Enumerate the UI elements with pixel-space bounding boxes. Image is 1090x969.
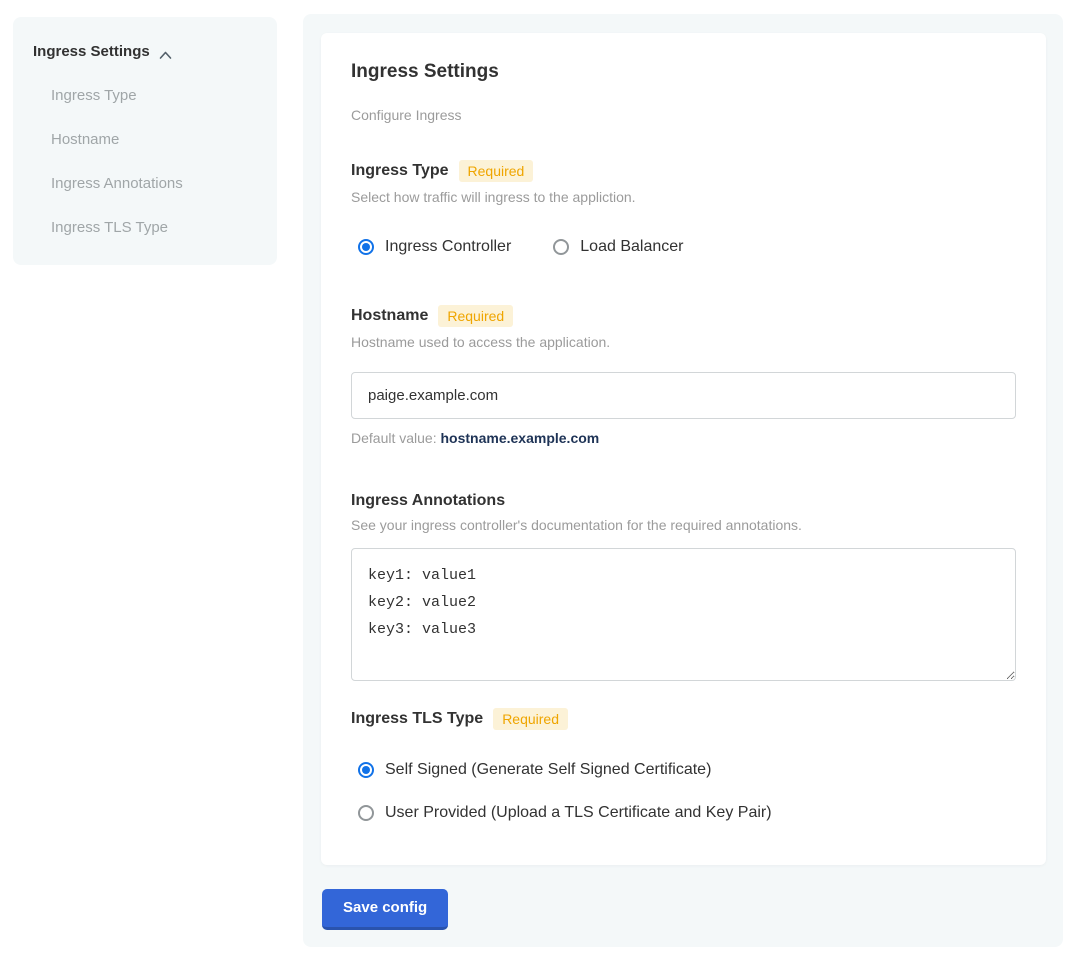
sidebar-item-hostname[interactable]: Hostname bbox=[51, 131, 257, 148]
radio-user-provided-label: User Provided (Upload a TLS Certificate … bbox=[385, 804, 772, 822]
radio-load-balancer-label: Load Balancer bbox=[580, 238, 683, 256]
page-title: Ingress Settings bbox=[351, 61, 1016, 83]
radio-unselected-icon bbox=[553, 239, 569, 255]
chevron-up-icon bbox=[159, 47, 172, 56]
required-badge: Required bbox=[438, 305, 513, 327]
radio-unselected-icon bbox=[358, 805, 374, 821]
sidebar-group-header[interactable]: Ingress Settings bbox=[33, 43, 257, 60]
sidebar-item-ingress-type[interactable]: Ingress Type bbox=[51, 87, 257, 104]
radio-ingress-controller[interactable]: Ingress Controller bbox=[358, 238, 511, 256]
default-value-text: hostname.example.com bbox=[441, 430, 600, 446]
hostname-input[interactable] bbox=[351, 372, 1016, 419]
ingress-type-label: Ingress Type bbox=[351, 162, 449, 180]
field-group-ingress-type: Ingress Type Required Select how traffic… bbox=[351, 160, 1016, 256]
ingress-annotations-textarea[interactable]: key1: value1 key2: value2 key3: value3 bbox=[351, 548, 1016, 681]
radio-self-signed[interactable]: Self Signed (Generate Self Signed Certif… bbox=[358, 761, 1016, 779]
field-group-ingress-tls-type: Ingress TLS Type Required Self Signed (G… bbox=[351, 708, 1016, 822]
ingress-type-help: Select how traffic will ingress to the a… bbox=[351, 189, 1016, 205]
radio-selected-icon bbox=[358, 762, 374, 778]
ingress-tls-type-label: Ingress TLS Type bbox=[351, 710, 483, 728]
ingress-tls-radio-group: Self Signed (Generate Self Signed Certif… bbox=[351, 761, 1016, 822]
hostname-help: Hostname used to access the application. bbox=[351, 334, 1016, 350]
ingress-annotations-help: See your ingress controller's documentat… bbox=[351, 517, 1016, 533]
page-subtitle: Configure Ingress bbox=[351, 107, 1016, 123]
required-badge: Required bbox=[493, 708, 568, 730]
hostname-default-line: Default value: hostname.example.com bbox=[351, 430, 1016, 446]
sidebar-group-title: Ingress Settings bbox=[33, 43, 150, 60]
required-badge: Required bbox=[459, 160, 534, 182]
radio-load-balancer[interactable]: Load Balancer bbox=[553, 238, 683, 256]
sidebar-item-ingress-annotations[interactable]: Ingress Annotations bbox=[51, 175, 257, 192]
radio-ingress-controller-label: Ingress Controller bbox=[385, 238, 511, 256]
radio-self-signed-label: Self Signed (Generate Self Signed Certif… bbox=[385, 761, 711, 779]
field-group-hostname: Hostname Required Hostname used to acces… bbox=[351, 305, 1016, 446]
ingress-annotations-label: Ingress Annotations bbox=[351, 492, 505, 510]
default-value-prefix: Default value: bbox=[351, 430, 441, 446]
config-card: Ingress Settings Configure Ingress Ingre… bbox=[321, 33, 1046, 865]
radio-selected-icon bbox=[358, 239, 374, 255]
field-group-ingress-annotations: Ingress Annotations See your ingress con… bbox=[351, 492, 1016, 686]
sidebar-item-list: Ingress Type Hostname Ingress Annotation… bbox=[33, 87, 257, 236]
save-config-button[interactable]: Save config bbox=[322, 889, 448, 930]
ingress-type-radio-group: Ingress Controller Load Balancer bbox=[351, 238, 1016, 256]
hostname-label: Hostname bbox=[351, 307, 428, 325]
config-nav-sidebar: Ingress Settings Ingress Type Hostname I… bbox=[13, 17, 277, 265]
sidebar-item-ingress-tls-type[interactable]: Ingress TLS Type bbox=[51, 219, 257, 236]
radio-user-provided[interactable]: User Provided (Upload a TLS Certificate … bbox=[358, 804, 1016, 822]
config-main-panel: Ingress Settings Configure Ingress Ingre… bbox=[303, 14, 1063, 947]
